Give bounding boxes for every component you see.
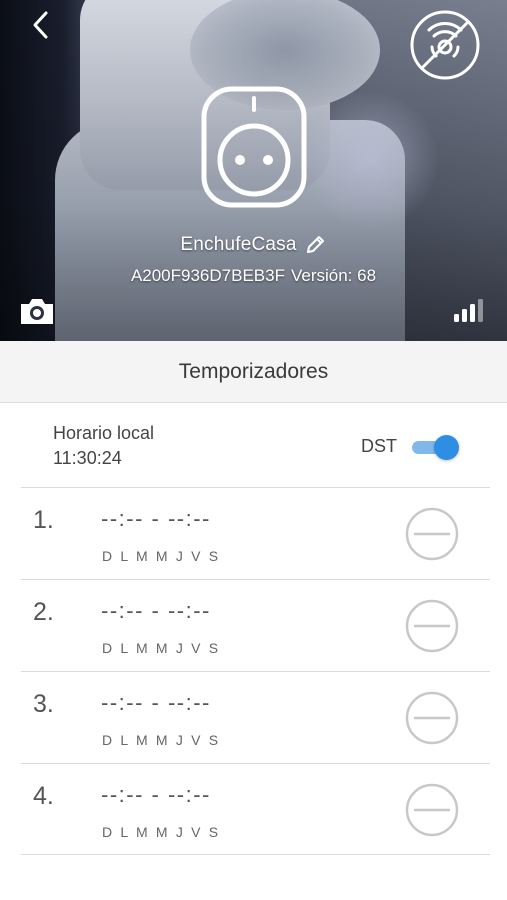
- timer-index: 1.: [33, 506, 54, 534]
- timer-list: 1. --:-- - --:-- D L M M J V S 2. --:-- …: [0, 487, 507, 855]
- chevron-left-icon: [33, 11, 48, 39]
- timer-time-range: --:-- - --:--: [101, 782, 211, 807]
- firmware-version: Versión: 68: [290, 266, 377, 285]
- local-time-value: 11:30:24: [53, 448, 122, 468]
- pencil-icon: [306, 236, 324, 253]
- device-name-row: EnchufeCasa: [0, 230, 507, 260]
- back-button[interactable]: [24, 8, 58, 42]
- timer-days: D L M M J V S: [102, 640, 221, 656]
- dst-toggle[interactable]: [410, 435, 460, 460]
- timer-days: D L M M J V S: [102, 548, 221, 564]
- device-id: A200F936D7BEB3F: [130, 266, 285, 285]
- remove-timer-icon[interactable]: [404, 690, 460, 746]
- timer-days: D L M M J V S: [102, 824, 221, 840]
- signal-strength-icon: [454, 299, 483, 322]
- timer-index: 4.: [33, 782, 54, 810]
- timer-index: 2.: [33, 598, 54, 626]
- no-view-icon: [410, 10, 480, 80]
- timer-days: D L M M J V S: [102, 732, 221, 748]
- remove-timer-icon[interactable]: [404, 782, 460, 838]
- camera-preview: EnchufeCasa A200F936D7BEB3F Versión: 68: [0, 0, 507, 341]
- remove-timer-icon[interactable]: [404, 506, 460, 562]
- section-header: Temporizadores: [0, 341, 507, 403]
- local-time-row: Horario local 11:30:24 DST: [0, 404, 507, 487]
- remove-timer-icon[interactable]: [404, 598, 460, 654]
- device-name: EnchufeCasa: [180, 234, 297, 255]
- smart-plug-icon: [201, 86, 307, 208]
- local-time-label: Horario local: [53, 423, 155, 443]
- view-off-button[interactable]: [408, 8, 482, 82]
- snapshot-button[interactable]: [18, 295, 56, 327]
- timer-time-range: --:-- - --:--: [101, 690, 211, 715]
- timer-row[interactable]: 2. --:-- - --:-- D L M M J V S: [21, 579, 490, 671]
- device-info-row: A200F936D7BEB3F Versión: 68: [0, 263, 507, 289]
- timer-row[interactable]: 1. --:-- - --:-- D L M M J V S: [21, 487, 490, 579]
- dst-label: DST: [361, 436, 397, 456]
- camera-icon: [21, 299, 53, 324]
- timer-index: 3.: [33, 690, 54, 718]
- timer-row[interactable]: 3. --:-- - --:-- D L M M J V S: [21, 671, 490, 763]
- dst-toggle-knob: [434, 435, 459, 460]
- section-title: Temporizadores: [178, 359, 329, 383]
- timer-row[interactable]: 4. --:-- - --:-- D L M M J V S: [21, 763, 490, 855]
- timer-time-range: --:-- - --:--: [101, 506, 211, 531]
- timer-time-range: --:-- - --:--: [101, 598, 211, 623]
- edit-name-button[interactable]: [303, 233, 327, 257]
